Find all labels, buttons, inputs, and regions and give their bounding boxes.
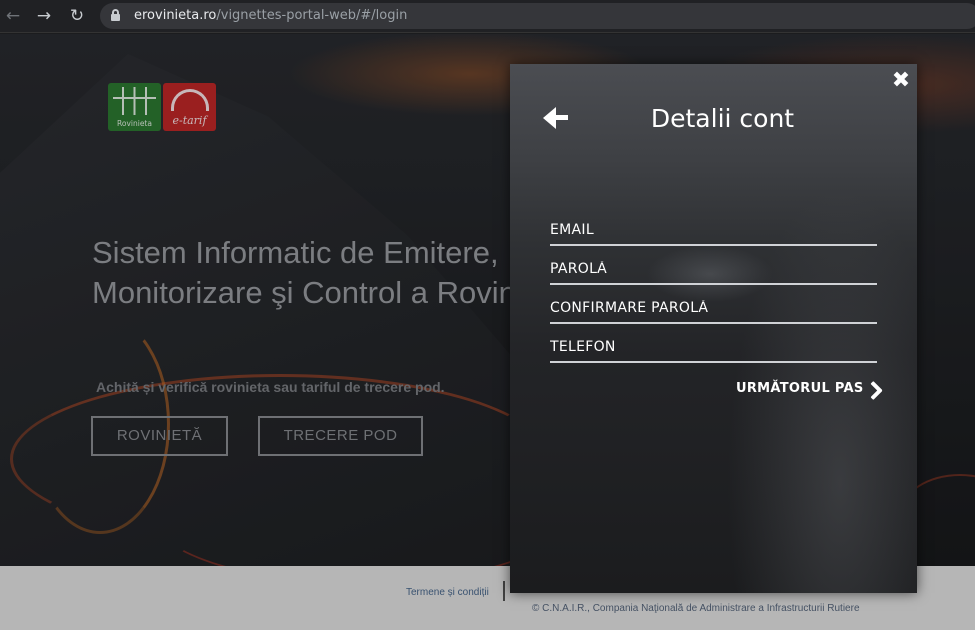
confirm-password-field	[550, 292, 877, 324]
url-path: /vignettes-portal-web/#/login	[216, 8, 408, 23]
confirm-password-input[interactable]	[550, 296, 877, 320]
modal-background-photo	[510, 64, 917, 593]
close-icon[interactable]: ✖	[891, 70, 911, 92]
modal-title: Detalii cont	[650, 104, 795, 133]
next-step-label: URMĂTORUL PAS	[736, 381, 864, 396]
phone-field	[550, 331, 877, 363]
lock-icon	[111, 9, 120, 21]
back-arrow-icon[interactable]: ←	[0, 4, 26, 28]
reload-icon[interactable]: ↻	[64, 4, 90, 28]
password-input[interactable]	[550, 257, 877, 281]
url-host: erovinieta.ro	[134, 8, 217, 23]
browser-toolbar: ← → ↻ erovinieta.ro/vignettes-portal-web…	[0, 0, 975, 33]
address-bar[interactable]: erovinieta.ro/vignettes-portal-web/#/log…	[100, 3, 975, 29]
url-text[interactable]: erovinieta.ro/vignettes-portal-web/#/log…	[134, 8, 407, 24]
email-field	[550, 214, 877, 246]
password-field	[550, 253, 877, 285]
email-input[interactable]	[550, 218, 877, 242]
page: Rovinieta e-tarif Sistem Informatic de E…	[0, 34, 975, 630]
chevron-right-icon	[866, 379, 884, 401]
forward-arrow-icon[interactable]: →	[31, 4, 57, 28]
account-details-modal: ✖ Detalii cont URMĂTORUL PAS	[510, 64, 917, 593]
phone-input[interactable]	[550, 335, 877, 359]
